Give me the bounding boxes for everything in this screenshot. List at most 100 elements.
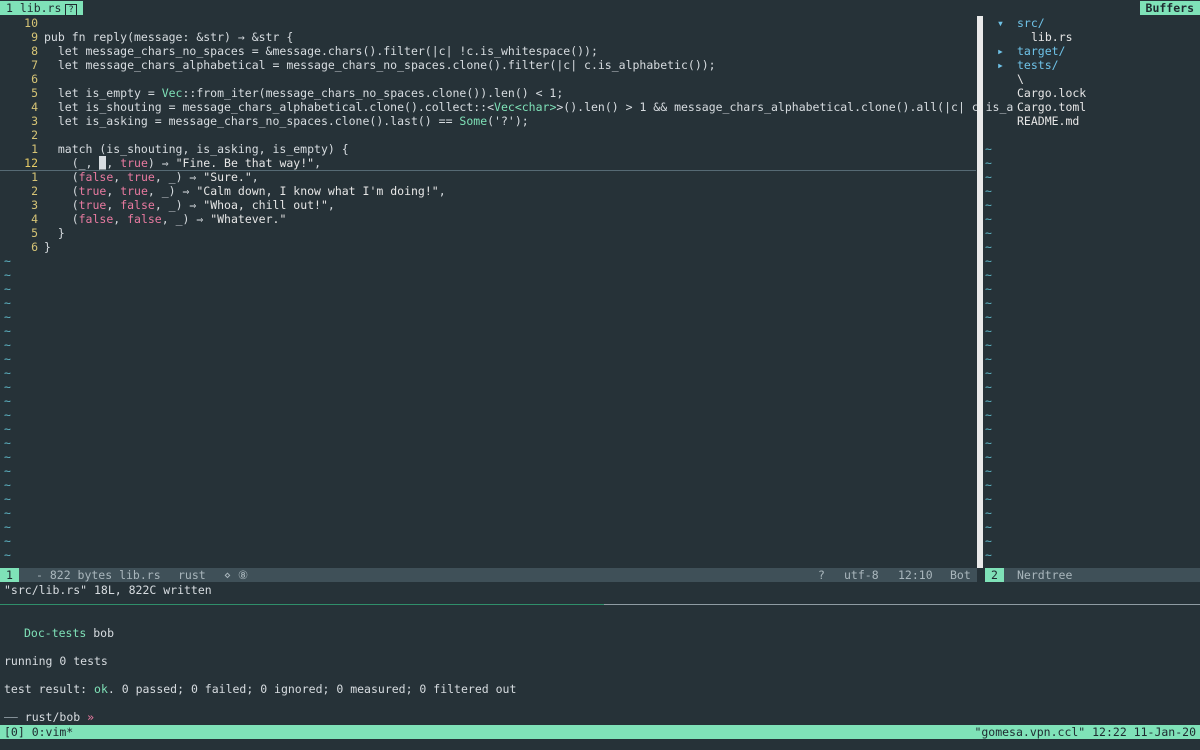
code-line[interactable]: (true, true, _) ⇒ "Calm down, I know wha…	[44, 184, 446, 198]
line-number: 2	[31, 128, 38, 142]
statusline-nerdtree: 2 Nerdtree	[985, 568, 1200, 582]
pane-separator	[604, 604, 1200, 605]
tree-directory[interactable]: src/	[1017, 16, 1045, 30]
vertical-split[interactable]	[977, 16, 983, 568]
empty-line-tilde: ~	[4, 478, 11, 492]
empty-line-tilde: ~	[4, 492, 11, 506]
empty-line-tilde: ~	[4, 352, 11, 366]
shell-prompt[interactable]: —— rust/bob »	[4, 710, 94, 724]
tree-expand-icon[interactable]: ▸	[997, 58, 1004, 72]
empty-line-tilde: ~	[985, 534, 992, 548]
empty-line-tilde: ~	[4, 310, 11, 324]
tab-label: 1 lib.rs	[6, 1, 62, 15]
empty-line-tilde: ~	[985, 184, 992, 198]
tree-file[interactable]: Cargo.lock	[1017, 86, 1086, 100]
empty-line-tilde: ~	[4, 366, 11, 380]
encoding: utf-8	[844, 568, 879, 582]
empty-line-tilde: ~	[4, 338, 11, 352]
file-info: - 822 bytes lib.rs	[36, 568, 161, 582]
line-number: 12	[24, 156, 38, 170]
nerdtree-pane[interactable]: ▾ src/lib.rs ▸ target/ ▸ tests/\ Cargo.lock Car…	[985, 16, 1200, 568]
tmux-window-list[interactable]: [0] 0:vim*	[4, 725, 73, 739]
code-line[interactable]: let message_chars_alphabetical = message…	[44, 58, 716, 72]
tree-expand-icon[interactable]: ▾	[997, 16, 1004, 30]
tree-file[interactable]: lib.rs	[1031, 30, 1073, 44]
code-line[interactable]: let is_empty = Vec::from_iter(message_ch…	[44, 86, 563, 100]
empty-line-tilde: ~	[985, 352, 992, 366]
line-number: 2	[31, 184, 38, 198]
code-line[interactable]: (false, false, _) ⇒ "Whatever."	[44, 212, 287, 226]
line-number: 3	[31, 114, 38, 128]
empty-line-tilde: ~	[4, 506, 11, 520]
empty-line-tilde: ~	[4, 520, 11, 534]
tree-file[interactable]: README.md	[1017, 114, 1079, 128]
tab-help-icon: ?	[65, 4, 77, 16]
test-result-ok: ok	[94, 682, 108, 696]
cursor-position: 12:10	[898, 568, 933, 582]
code-line[interactable]: (_, _, true) ⇒ "Fine. Be that way!",	[44, 156, 321, 170]
empty-line-tilde: ~	[985, 310, 992, 324]
empty-line-tilde: ~	[985, 282, 992, 296]
window-number: 1	[0, 568, 19, 582]
empty-line-tilde: ~	[4, 534, 11, 548]
git-info: ⋄ ⑧	[224, 568, 249, 582]
code-line[interactable]: (false, true, _) ⇒ "Sure.",	[44, 170, 259, 184]
empty-line-tilde: ~	[4, 422, 11, 436]
empty-line-tilde: ~	[4, 324, 11, 338]
code-line[interactable]: let message_chars_no_spaces = &message.c…	[44, 44, 598, 58]
buffers-label[interactable]: Buffers	[1139, 1, 1200, 15]
editor-pane[interactable]: 10 9 pub fn reply(message: &str) → &str {8…	[0, 16, 1013, 568]
line-number: 3	[31, 198, 38, 212]
tree-expand-icon[interactable]: ▸	[997, 44, 1004, 58]
line-number: 9	[31, 30, 38, 44]
empty-line-tilde: ~	[985, 240, 992, 254]
help-icon: ?	[818, 568, 825, 582]
prompt-path: rust/bob	[24, 710, 81, 724]
code-line[interactable]: let is_shouting = message_chars_alphabet…	[44, 100, 1014, 114]
tree-file[interactable]: Cargo.toml	[1017, 100, 1086, 114]
empty-line-tilde: ~	[4, 296, 11, 310]
empty-line-tilde: ~	[985, 170, 992, 184]
empty-line-tilde: ~	[985, 296, 992, 310]
empty-line-tilde: ~	[985, 464, 992, 478]
empty-line-tilde: ~	[985, 408, 992, 422]
line-number: 4	[31, 100, 38, 114]
prompt-dash: ——	[4, 710, 25, 724]
line-number: 1	[31, 170, 38, 184]
statusline-editor: 1 - 822 bytes lib.rs rust ⋄ ⑧ ? utf-8 12…	[0, 568, 977, 582]
code-line[interactable]: }	[44, 226, 65, 240]
tmux-host-clock: "gomesa.vpn.ccl" 12:22 11-Jan-20	[974, 725, 1196, 739]
tab-lib-rs[interactable]: 1 lib.rs?	[0, 1, 83, 16]
empty-line-tilde: ~	[985, 324, 992, 338]
empty-line-tilde: ~	[985, 450, 992, 464]
test-result-prefix: test result:	[4, 682, 95, 696]
code-line[interactable]: (true, false, _) ⇒ "Whoa, chill out!",	[44, 198, 335, 212]
code-line[interactable]: }	[44, 240, 51, 254]
tree-directory[interactable]: target/	[1017, 44, 1065, 58]
tree-file[interactable]: \	[1017, 72, 1024, 86]
empty-line-tilde: ~	[4, 436, 11, 450]
empty-line-tilde: ~	[985, 422, 992, 436]
prompt-arrow-icon: »	[80, 710, 95, 724]
tree-directory[interactable]: tests/	[1017, 58, 1059, 72]
test-result-line: test result: ok. 0 passed; 0 failed; 0 i…	[4, 682, 516, 696]
line-number: 7	[31, 58, 38, 72]
empty-line-tilde: ~	[985, 268, 992, 282]
code-line[interactable]: pub fn reply(message: &str) → &str {	[44, 30, 293, 44]
line-number: 1	[31, 142, 38, 156]
doc-tests-crate: bob	[93, 626, 115, 640]
cursor-line	[0, 170, 976, 171]
line-number: 5	[31, 226, 38, 240]
doc-tests-label: Doc-tests	[24, 626, 87, 640]
empty-line-tilde: ~	[985, 366, 992, 380]
code-line[interactable]: match (is_shouting, is_asking, is_empty)…	[44, 142, 349, 156]
empty-line-tilde: ~	[985, 506, 992, 520]
tabline	[0, 0, 1200, 16]
empty-line-tilde: ~	[985, 380, 992, 394]
empty-line-tilde: ~	[4, 464, 11, 478]
empty-line-tilde: ~	[4, 380, 11, 394]
terminal-pane[interactable]: Doc-tests bob running 0 tests test resul…	[0, 606, 1200, 724]
line-number: 6	[31, 240, 38, 254]
code-line[interactable]: let is_asking = message_chars_no_spaces.…	[44, 114, 529, 128]
filetype: rust	[178, 568, 206, 582]
